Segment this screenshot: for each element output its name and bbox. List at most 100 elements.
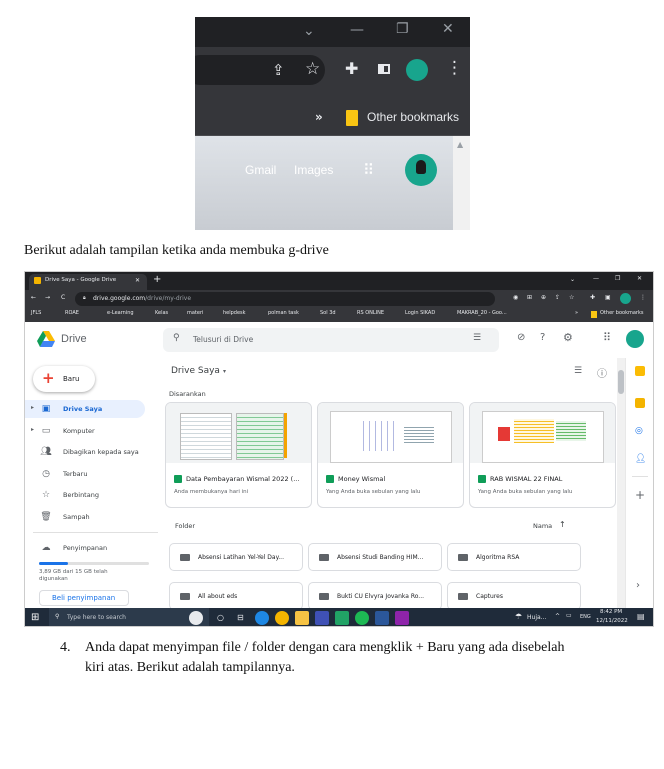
forward-icon[interactable]: → — [45, 294, 50, 301]
task-view-icon[interactable]: ○ — [217, 613, 224, 622]
clock-time[interactable]: 8:42 PM — [600, 609, 622, 615]
keep-icon[interactable] — [635, 398, 645, 408]
tab-close-icon[interactable]: ✕ — [135, 277, 140, 284]
sort-by-name-button[interactable]: Nama — [533, 522, 552, 530]
back-icon[interactable]: ← — [31, 294, 36, 301]
scrollbar[interactable]: ▲ — [453, 136, 470, 230]
app-icon[interactable] — [395, 611, 409, 625]
excel-icon[interactable] — [335, 611, 349, 625]
sidebar-item-berbintang[interactable]: ☆ Berbintang — [39, 487, 99, 503]
star-icon[interactable]: ☆ — [305, 59, 320, 79]
list-view-icon[interactable]: ☰ — [574, 366, 582, 376]
clock-date[interactable]: 12/11/2022 — [596, 618, 628, 624]
windows-start-icon[interactable]: ⊞ — [31, 612, 39, 623]
folder-item[interactable]: Absensi Studi Banding HIM... — [308, 543, 442, 571]
star-icon[interactable]: ☆ — [569, 294, 574, 301]
bookmark-materi[interactable]: materi — [187, 310, 203, 316]
bookmark-polman-task[interactable]: polman task — [268, 310, 299, 316]
notifications-icon[interactable]: ▤ — [637, 612, 645, 621]
weather-icon[interactable]: ☂ — [515, 612, 522, 621]
sidebar-item-drive-saya[interactable]: ▣ Drive Saya — [39, 401, 103, 417]
other-bookmarks-link[interactable]: Other bookmarks — [600, 310, 643, 316]
tray-chevron-up-icon[interactable]: ^ — [555, 613, 560, 620]
omnibox[interactable]: 🔒︎ drive.google.com/drive/my-drive — [75, 292, 495, 306]
add-addon-icon[interactable]: + — [635, 488, 645, 502]
bookmark-makrab[interactable]: MAKRAB_20 - Goo... — [457, 310, 507, 316]
spotify-icon[interactable] — [355, 611, 369, 625]
folder-item[interactable]: Absensi Latihan Yel-Yel Day... — [169, 543, 303, 571]
bookmark-jfls[interactable]: JFLS — [31, 310, 41, 316]
store-icon[interactable] — [315, 611, 329, 625]
folder-item[interactable]: Bukti CU Elvyra Jovanka Ro... — [308, 582, 442, 610]
avatar[interactable] — [406, 59, 428, 81]
extensions-icon[interactable]: ✚ — [345, 59, 358, 78]
browser-tab[interactable]: Drive Saya - Google Drive ✕ — [29, 274, 147, 290]
help-icon[interactable]: ? — [540, 332, 545, 343]
file-explorer-icon[interactable] — [295, 611, 309, 625]
restore-icon[interactable]: ❐ — [396, 21, 409, 37]
sidebar-item-penyimpanan[interactable]: ☁ Penyimpanan — [39, 540, 108, 556]
apps-grid-icon[interactable]: ⠿ — [363, 161, 374, 179]
apps-grid-icon[interactable]: ⠿ — [603, 331, 611, 344]
close-icon[interactable]: ✕ — [637, 275, 642, 282]
sidebar-item-sampah[interactable]: 🗑︎ Sampah — [39, 509, 89, 525]
chevron-right-icon[interactable]: › — [636, 580, 640, 591]
minimize-icon[interactable]: — — [593, 275, 599, 282]
scrollbar-thumb[interactable] — [618, 370, 624, 394]
scroll-up-icon[interactable]: ▲ — [457, 140, 463, 149]
suggested-file-card[interactable]: Money Wismal Yang Anda buka sebulan yang… — [317, 402, 464, 508]
caret-down-icon[interactable]: ▾ — [223, 368, 226, 375]
close-icon[interactable]: ✕ — [442, 21, 454, 37]
images-link[interactable]: Images — [294, 163, 333, 177]
bookmark-sol3d[interactable]: Sol 3d — [320, 310, 336, 316]
contacts-icon[interactable]: 👤︎ — [635, 454, 646, 464]
bookmark-roae[interactable]: ROAE — [65, 310, 79, 316]
new-button[interactable]: + Baru — [33, 366, 95, 392]
avatar[interactable] — [626, 330, 644, 348]
taskbar-search[interactable]: ⚲ Type here to search — [49, 608, 209, 626]
minimize-icon[interactable]: — — [350, 22, 364, 38]
share-icon[interactable]: ⇪ — [272, 61, 285, 79]
cortana-icon[interactable] — [189, 611, 203, 625]
bookmark-kelas[interactable]: Kelas — [155, 310, 168, 316]
bookmark-elearning[interactable]: e-Learning — [107, 310, 134, 316]
buy-storage-button[interactable]: Beli penyimpanan — [39, 590, 129, 606]
new-tab-icon[interactable]: + — [153, 274, 161, 285]
sidebar-item-dibagikan[interactable]: 👥︎ Dibagikan kepada saya — [39, 444, 138, 460]
calendar-icon[interactable] — [635, 366, 645, 376]
offline-ready-icon[interactable]: ⊘ — [517, 332, 525, 343]
folder-item[interactable]: All about eds — [169, 582, 303, 610]
restore-icon[interactable]: ❐ — [615, 275, 620, 282]
bookmarks-overflow-icon[interactable]: » — [315, 110, 323, 124]
google-lens-icon[interactable]: ◉ — [513, 294, 518, 301]
chrome-icon[interactable] — [275, 611, 289, 625]
expand-icon[interactable]: ▸ — [31, 426, 34, 433]
expand-icon[interactable]: ▸ — [31, 404, 34, 411]
chevron-down-icon[interactable]: ⌄ — [570, 276, 575, 283]
share-icon[interactable]: ⇪ — [555, 294, 560, 301]
scrollbar[interactable] — [617, 358, 625, 608]
zoom-icon[interactable]: ⊕ — [541, 294, 546, 301]
tasks-icon[interactable]: ◎ — [635, 426, 643, 436]
word-icon[interactable] — [375, 611, 389, 625]
task-switch-icon[interactable]: ⊟ — [237, 613, 244, 622]
info-icon[interactable]: ⓘ — [597, 365, 607, 380]
settings-icon[interactable]: ⚙ — [563, 331, 573, 344]
translate-icon[interactable]: ⊞ — [527, 294, 532, 301]
reload-icon[interactable]: C — [61, 294, 65, 301]
other-bookmarks-link[interactable]: Other bookmarks — [367, 110, 459, 124]
kebab-menu-icon[interactable]: ⋮ — [640, 294, 646, 301]
gmail-link[interactable]: Gmail — [245, 163, 276, 177]
avatar[interactable] — [620, 293, 631, 304]
folder-item[interactable]: Captures — [447, 582, 581, 610]
sidebar-item-terbaru[interactable]: ◷ Terbaru — [39, 466, 87, 482]
bookmarks-overflow-icon[interactable]: » — [575, 310, 578, 316]
sidepanel-icon[interactable]: ▣ — [605, 294, 611, 301]
bookmark-rs-online[interactable]: RS ONLINE — [357, 310, 384, 316]
search-bar[interactable]: ⚲ Telusuri di Drive ☰ — [163, 328, 499, 352]
kebab-menu-icon[interactable]: ⋮ — [446, 58, 463, 78]
sort-arrow-icon[interactable]: ↑ — [559, 520, 566, 529]
page-title[interactable]: Drive Saya — [171, 366, 220, 376]
search-options-icon[interactable]: ☰ — [473, 333, 481, 343]
bookmark-helpdesk[interactable]: helpdesk — [223, 310, 246, 316]
